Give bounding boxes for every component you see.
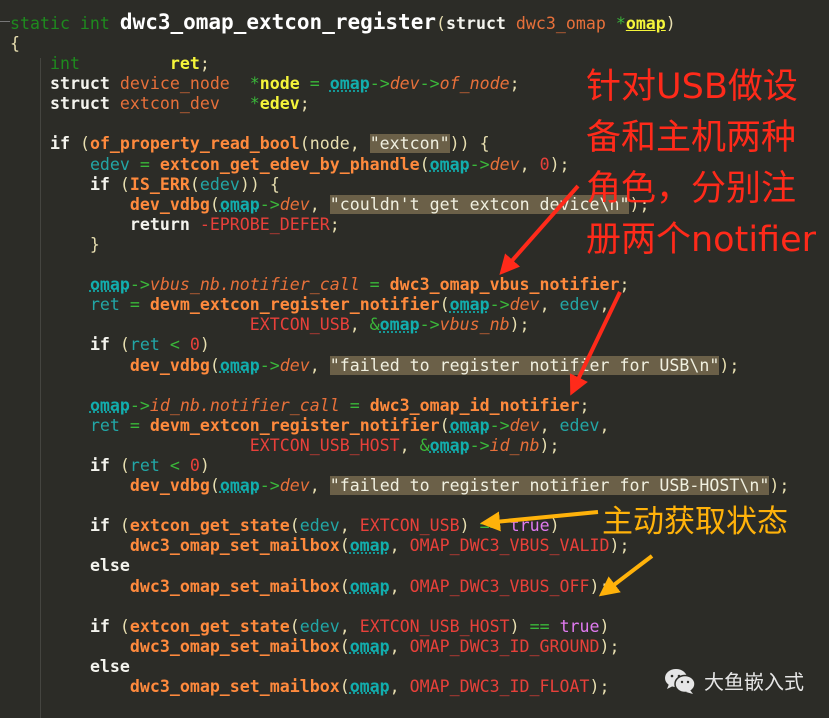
orange-annotation: 主动获取状态 xyxy=(602,504,788,540)
watermark-text: 大鱼嵌入式 xyxy=(704,670,804,694)
red-arrow-id xyxy=(569,291,622,396)
red-annotation: 针对USB做设 备和主机两种 角色，分别注 册两个notifier xyxy=(586,67,817,260)
orange-arrow-host xyxy=(598,554,654,597)
watermark: 大鱼嵌入式 xyxy=(664,666,804,695)
orange-arrow-usb xyxy=(480,510,599,532)
red-arrow-vbus xyxy=(499,184,580,275)
wechat-icon xyxy=(665,668,696,694)
